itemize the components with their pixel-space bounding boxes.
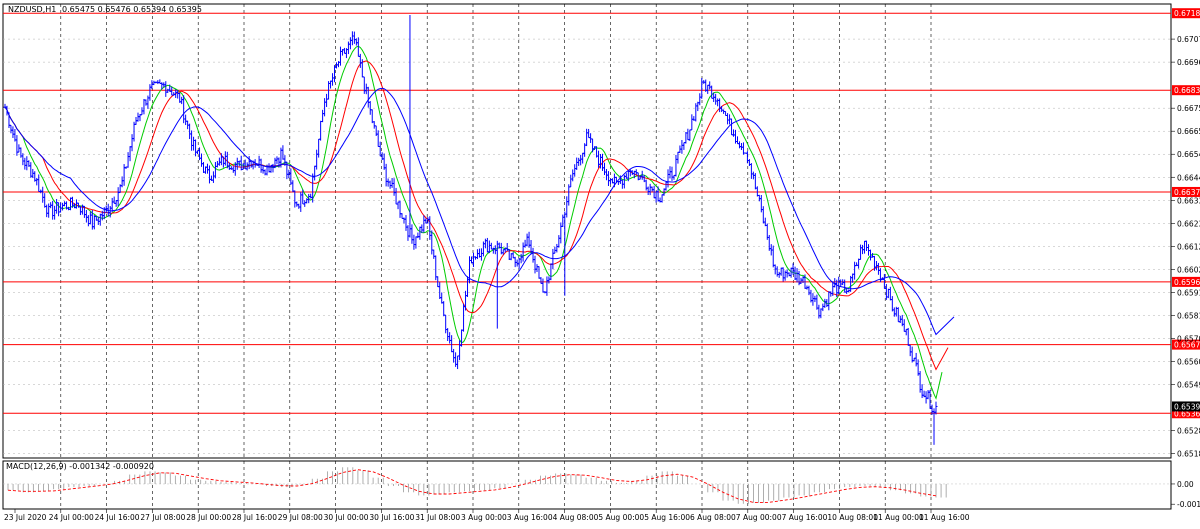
level-price-label: 0.65963 <box>1174 278 1200 287</box>
macd-tick-label: 0.00 <box>1177 480 1194 489</box>
time-tick-label: 6 Aug 08:00 <box>690 513 736 522</box>
time-tick-label: 30 Jul 00:00 <box>324 513 369 522</box>
price-tick-label: 0.65705 <box>1177 334 1200 343</box>
macd-label: MACD(12,26,9) -0.001342 -0.000920 <box>6 462 154 471</box>
price-tick-label: 0.67070 <box>1177 35 1200 44</box>
time-tick-label: 30 Jul 16:00 <box>369 513 414 522</box>
price-tick-label: 0.66755 <box>1177 104 1200 113</box>
time-tick-label: 23 Jul 2020 <box>4 513 47 522</box>
time-tick-label: 11 Aug 16:00 <box>919 513 970 522</box>
time-tick-label: 10 Aug 08:00 <box>827 513 878 522</box>
price-tick-label: 0.66545 <box>1177 150 1200 159</box>
time-tick-label: 24 Jul 16:00 <box>95 513 140 522</box>
price-tick-label: 0.65285 <box>1177 427 1200 436</box>
time-tick-label: 24 Jul 00:00 <box>49 513 94 522</box>
time-tick-label: 31 Jul 08:00 <box>415 513 460 522</box>
time-tick-label: 3 Aug 16:00 <box>507 513 553 522</box>
price-tick-label: 0.65810 <box>1177 311 1200 320</box>
price-tick-label: 0.66335 <box>1177 196 1200 205</box>
price-tick-label: 0.66965 <box>1177 58 1200 67</box>
time-tick-label: 5 Aug 16:00 <box>644 513 690 522</box>
price-tick-label: 0.66125 <box>1177 242 1200 251</box>
time-tick-label: 28 Jul 16:00 <box>232 513 277 522</box>
macd-tick-label: -0.00194 <box>1177 500 1200 509</box>
forex-chart[interactable]: 0.671880.668370.663730.659630.656770.653… <box>0 0 1200 525</box>
price-tick-label: 0.66020 <box>1177 265 1200 274</box>
level-price-label: 0.67188 <box>1174 9 1200 18</box>
time-tick-label: 3 Aug 00:00 <box>461 513 507 522</box>
current-price-label: 0.65395 <box>1174 402 1200 411</box>
time-tick-label: 4 Aug 08:00 <box>553 513 599 522</box>
time-tick-label: 7 Aug 00:00 <box>736 513 782 522</box>
level-price-label: 0.66837 <box>1174 86 1200 95</box>
price-tick-label: 0.65495 <box>1177 381 1200 390</box>
time-tick-label: 5 Aug 00:00 <box>598 513 644 522</box>
time-tick-label: 27 Jul 08:00 <box>140 513 185 522</box>
price-tick-label: 0.65915 <box>1177 288 1200 297</box>
price-tick-label: 0.66230 <box>1177 219 1200 228</box>
symbol-label: NZDUSD,H1 <box>8 5 56 14</box>
time-tick-label: 29 Jul 08:00 <box>278 513 323 522</box>
price-tick-label: 0.66440 <box>1177 173 1200 182</box>
time-tick-label: 28 Jul 00:00 <box>186 513 231 522</box>
price-tick-label: 0.65180 <box>1177 450 1200 459</box>
price-tick-label: 0.65600 <box>1177 357 1200 366</box>
price-tick-label: 0.66650 <box>1177 127 1200 136</box>
time-tick-label: 7 Aug 16:00 <box>782 513 828 522</box>
chart-canvas[interactable]: 0.671880.668370.663730.659630.656770.653… <box>0 0 1200 525</box>
ohlc-values: 0.65475 0.65476 0.65394 0.65395 <box>62 5 202 14</box>
time-tick-label: 11 Aug 00:00 <box>873 513 924 522</box>
